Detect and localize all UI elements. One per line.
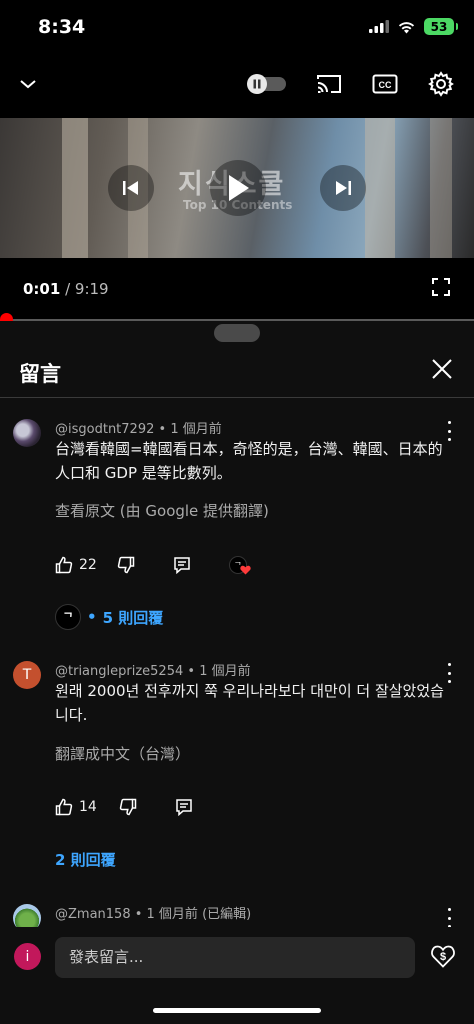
divider xyxy=(0,397,474,398)
comment-meta: @triangleprize5254 • 1 個月前 xyxy=(55,664,251,679)
comment-author[interactable]: @triangleprize5254 xyxy=(55,664,183,679)
comment-actions: 22 ᄀ xyxy=(55,556,251,575)
skip-previous-icon xyxy=(123,181,138,195)
thumbs-up-icon xyxy=(55,798,73,816)
comment-actions: 14 xyxy=(55,798,193,816)
svg-text:CC: CC xyxy=(379,80,392,90)
settings-gear-icon[interactable] xyxy=(427,70,455,98)
next-button[interactable] xyxy=(320,165,366,211)
creator-heart-badge: ᄀ xyxy=(228,556,251,575)
thumbs-down-icon xyxy=(119,798,137,816)
drag-handle[interactable] xyxy=(214,324,260,342)
comment-age: 1 個月前 xyxy=(170,422,222,437)
comment-reply-icon xyxy=(174,557,190,574)
status-time: 8:34 xyxy=(38,16,86,38)
comment-input[interactable]: 發表留言... xyxy=(55,937,415,978)
signal-icon xyxy=(369,20,389,33)
like-count: 14 xyxy=(79,799,97,815)
svg-text:$: $ xyxy=(440,951,446,963)
fullscreen-icon[interactable] xyxy=(432,278,450,300)
reply-avatar: ᄀ xyxy=(55,604,81,630)
dislike-button[interactable] xyxy=(119,798,137,816)
like-button[interactable]: 14 xyxy=(55,798,97,816)
avatar[interactable] xyxy=(13,419,41,447)
time-separator: / xyxy=(60,280,75,298)
comment-meta: @isgodtnt7292 • 1 個月前 xyxy=(55,422,222,437)
video-pillar xyxy=(365,118,395,258)
comment-age: 1 個月前 xyxy=(199,664,251,679)
player-top-bar: CC xyxy=(0,56,474,118)
comment-text: 원래 2000년 전후까지 쭉 우리나라보다 대만이 더 잘살았었습니다. xyxy=(55,682,444,724)
thumbs-down-icon xyxy=(117,556,135,574)
comments-sheet: 留言 @isgodtnt7292 • 1 個月前 台灣看韓國=韓國看日本，奇怪的… xyxy=(0,321,474,1024)
dislike-button[interactable] xyxy=(117,556,135,574)
like-count: 22 xyxy=(79,557,97,573)
current-time: 0:01 xyxy=(23,280,61,298)
like-button[interactable]: 22 xyxy=(55,556,97,574)
replies-bullet: • xyxy=(87,608,97,626)
comment-age: 1 個月前 (已編輯) xyxy=(146,907,252,922)
status-icons: 53 xyxy=(369,18,458,35)
close-icon xyxy=(432,359,452,379)
thumbs-up-icon xyxy=(55,556,73,574)
avatar[interactable]: T xyxy=(13,661,41,689)
cast-icon[interactable] xyxy=(315,70,343,98)
duration: 9:19 xyxy=(74,280,109,298)
captions-icon[interactable]: CC xyxy=(371,70,399,98)
collapse-chevron-icon[interactable] xyxy=(14,70,42,98)
video-pillar xyxy=(430,118,452,258)
view-replies-button[interactable]: ᄀ • 5 則回覆 xyxy=(55,604,163,630)
status-bar: 8:34 53 xyxy=(0,0,474,56)
comment-author[interactable]: @isgodtnt7292 xyxy=(55,422,154,437)
sheet-title: 留言 xyxy=(19,362,61,386)
play-button[interactable] xyxy=(210,160,266,216)
home-indicator xyxy=(153,1008,321,1013)
reply-button[interactable] xyxy=(173,556,191,574)
video-frame[interactable]: 지식스쿨 Top 10 Contents xyxy=(0,118,474,258)
battery-icon: 53 xyxy=(424,18,458,35)
comment-reply-icon xyxy=(176,799,192,816)
wifi-icon xyxy=(398,21,415,33)
comment-meta: @Zman158 • 1 個月前 (已編輯) xyxy=(55,907,252,922)
comment-text: 台灣看韓國=韓國看日本，奇怪的是，台灣、韓國、日本的人口和 GDP 是等比數列。 xyxy=(55,440,443,482)
translate-link[interactable]: 翻譯成中文（台灣） xyxy=(55,743,190,764)
autoplay-toggle[interactable] xyxy=(246,70,288,98)
more-options-icon[interactable] xyxy=(446,908,452,928)
replies-count: 2 則回覆 xyxy=(55,851,116,869)
user-avatar[interactable]: i xyxy=(14,943,41,970)
view-replies-button[interactable]: 2 則回覆 xyxy=(55,849,116,870)
play-icon xyxy=(229,175,249,201)
previous-button[interactable] xyxy=(108,165,154,211)
player-bottom-bar: 0:01 / 9:19 xyxy=(0,258,474,322)
heart-dollar-icon: $ xyxy=(431,945,455,968)
translate-link[interactable]: 查看原文 (由 Google 提供翻譯) xyxy=(55,500,269,521)
video-pillar xyxy=(62,118,88,258)
super-thanks-button[interactable]: $ xyxy=(430,943,456,969)
skip-next-icon xyxy=(336,181,351,195)
comment-author[interactable]: @Zman158 xyxy=(55,907,131,922)
time-display: 0:01 / 9:19 xyxy=(23,280,109,298)
replies-count: 5 則回覆 xyxy=(102,608,164,627)
close-button[interactable] xyxy=(430,357,454,381)
reply-button[interactable] xyxy=(175,798,193,816)
heart-icon xyxy=(240,565,251,575)
